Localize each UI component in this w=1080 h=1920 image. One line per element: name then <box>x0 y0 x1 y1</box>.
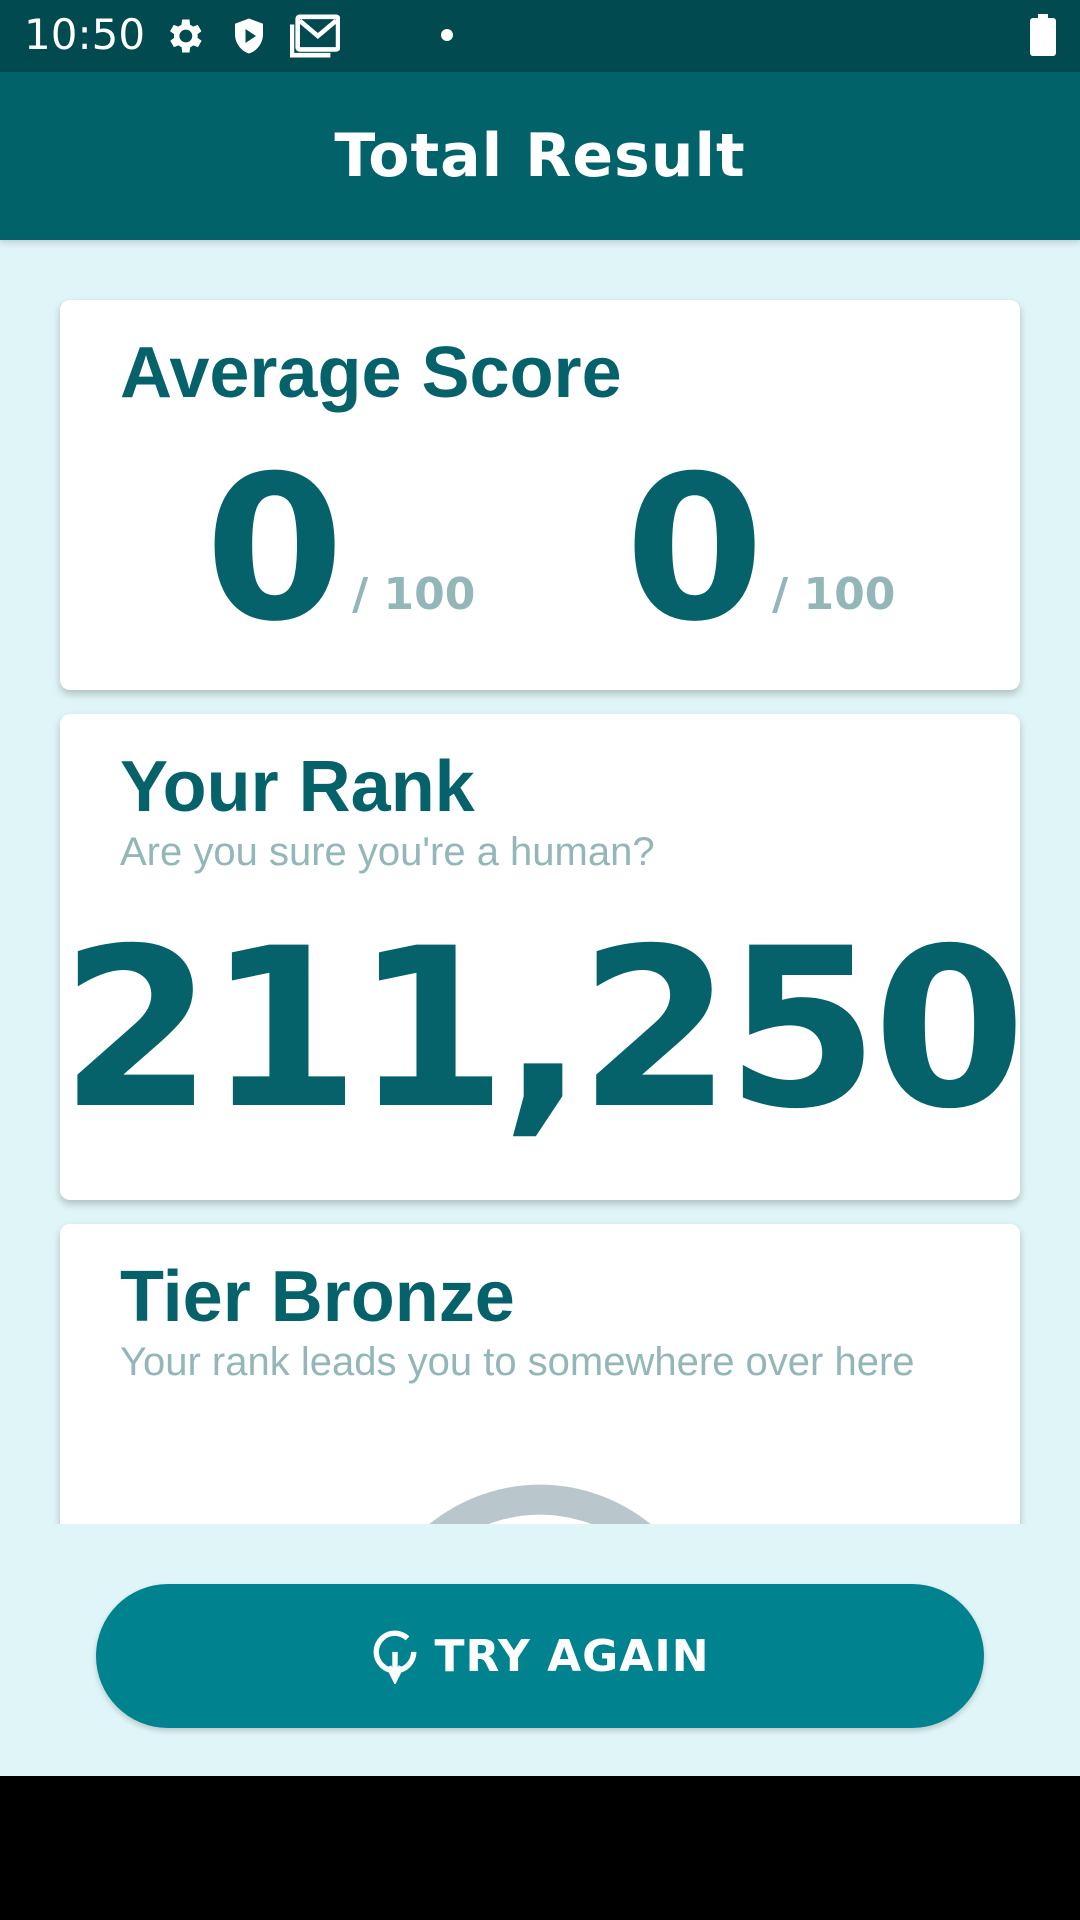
score-value: 0 <box>625 433 765 666</box>
tier-card: Tier Bronze Your rank leads you to somew… <box>60 1224 1020 1524</box>
page-title: Total Result <box>334 121 746 191</box>
shield-play-icon <box>228 14 270 63</box>
tier-gauge <box>380 1484 700 1524</box>
rank-card: Your Rank Are you sure you're a human? 2… <box>60 714 1026 1200</box>
tier-title: Tier Bronze <box>120 1257 515 1337</box>
rank-title: Your Rank <box>120 747 475 827</box>
system-nav-bar <box>0 1776 1080 1920</box>
results-scroll-area[interactable]: Average Score 0 / 100 0 / 100 Your Rank … <box>0 240 1080 1524</box>
status-time: 10:50 <box>24 10 146 59</box>
try-again-button[interactable]: TRY AGAIN <box>96 1584 984 1728</box>
score-max: / 100 <box>352 569 476 620</box>
refresh-icon <box>370 1624 420 1689</box>
score-group-2: 0 / 100 <box>625 450 895 650</box>
gmail-icon <box>289 14 341 63</box>
score-max: / 100 <box>772 569 896 620</box>
bottom-action-area: TRY AGAIN <box>0 1524 1080 1776</box>
score-value: 0 <box>205 433 345 666</box>
app-bar: Total Result <box>0 72 1080 240</box>
notification-dot-icon <box>440 28 454 47</box>
tier-subtitle: Your rank leads you to somewhere over he… <box>120 1340 915 1384</box>
rank-subtitle: Are you sure you're a human? <box>120 830 655 874</box>
battery-icon <box>1030 14 1056 61</box>
try-again-label: TRY AGAIN <box>434 1630 710 1682</box>
rank-value: 211,250 <box>60 901 1026 1157</box>
settings-icon <box>162 14 206 63</box>
average-score-title: Average Score <box>120 333 622 413</box>
score-group-1: 0 / 100 <box>205 450 475 650</box>
status-bar: 10:50 <box>0 0 1080 72</box>
average-score-card: Average Score 0 / 100 0 / 100 <box>60 300 1020 690</box>
